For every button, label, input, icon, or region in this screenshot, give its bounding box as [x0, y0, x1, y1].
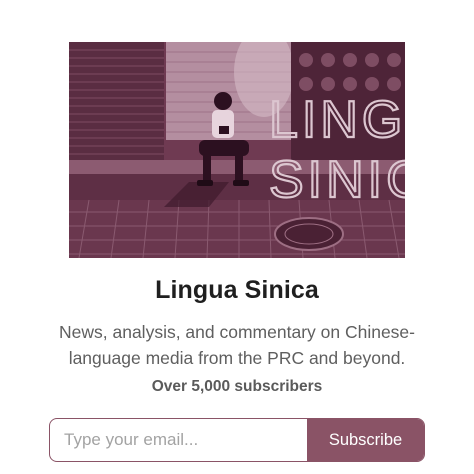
svg-text:SINICA: SINICA — [269, 151, 405, 209]
subscribe-form: Subscribe — [49, 418, 425, 462]
subscribe-button[interactable]: Subscribe — [307, 419, 424, 461]
subscriber-count: Over 5,000 subscribers — [151, 378, 323, 395]
svg-text:LINGUA: LINGUA — [269, 91, 405, 149]
publication-cover-image: LINGUA SINICA — [69, 42, 405, 258]
publication-title: Lingua Sinica — [155, 276, 319, 304]
email-input[interactable] — [50, 419, 307, 461]
publication-description: News, analysis, and commentary on Chines… — [59, 322, 415, 368]
